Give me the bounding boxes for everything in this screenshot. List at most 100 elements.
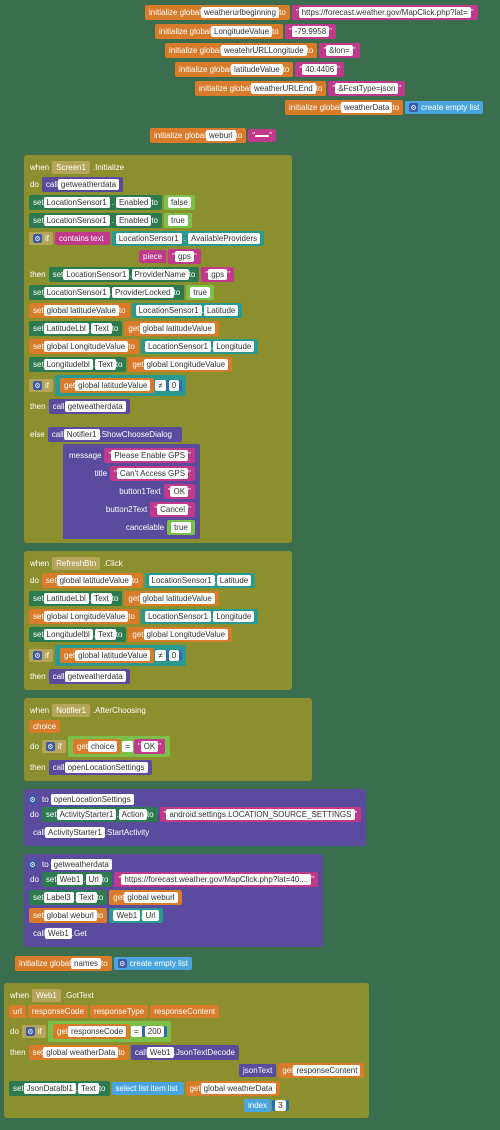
if-block[interactable]: if xyxy=(29,649,53,662)
set-global[interactable]: set global weatherData to xyxy=(29,1045,129,1060)
event-param[interactable]: responseContent xyxy=(150,1005,219,1018)
set-prop[interactable]: set Web1 . Url to xyxy=(42,872,113,887)
call-proc[interactable]: call openLocationSettings xyxy=(49,760,152,775)
call-proc[interactable]: call getweatherdata xyxy=(49,669,130,684)
set-prop[interactable]: set Longitudelbl . Text to xyxy=(29,627,126,642)
get-prop[interactable]: LocationSensor1 . Longitude xyxy=(141,609,258,624)
get-global[interactable]: get global LongitudeValue xyxy=(128,627,232,642)
call-method[interactable]: call Notifier1 .ShowChooseDialog xyxy=(48,427,182,442)
component-ref[interactable]: Web1 xyxy=(32,989,61,1002)
string-value[interactable]: " Cancel " xyxy=(150,502,195,517)
when-web1-gottext[interactable]: whenWeb1.GotText url responseCode respon… xyxy=(4,983,369,1118)
string-value[interactable]: " Please Enable GPS " xyxy=(104,448,194,463)
compare[interactable]: get global latitudeValue ≠ 0 xyxy=(55,645,186,666)
init-block[interactable]: initialize global weatherURLEnd to xyxy=(195,81,326,96)
get-prop[interactable]: LocationSensor1 . Longitude xyxy=(141,339,258,354)
bool-true[interactable]: true xyxy=(164,213,192,228)
component-ref[interactable]: Screen1 xyxy=(52,161,90,174)
bool-false[interactable]: false xyxy=(164,195,195,210)
num-zero[interactable]: 0 xyxy=(166,650,182,661)
contains-block[interactable]: contains text xyxy=(55,232,110,245)
if-block[interactable]: if xyxy=(29,379,53,392)
if-block[interactable]: if xyxy=(22,1025,46,1038)
get-global[interactable]: get global LongitudeValue xyxy=(128,357,232,372)
call-method[interactable]: call ActivityStarter1 .StartActivity xyxy=(29,825,153,840)
set-prop[interactable]: set LocationSensor1 . Enabled to xyxy=(29,195,162,210)
set-prop[interactable]: set Label3 . Text to xyxy=(29,890,107,905)
get-var[interactable]: get responseContent xyxy=(278,1063,364,1078)
init-block[interactable]: initialize global LongitudeValue to xyxy=(155,24,283,39)
call-proc[interactable]: call getweatherdata xyxy=(49,399,130,414)
if-block[interactable]: if xyxy=(29,232,53,245)
set-prop[interactable]: set LocationSensor1 . Enabled to xyxy=(29,213,162,228)
init-block[interactable]: initialize global weatherurlbeginning to xyxy=(145,5,290,20)
string-value[interactable]: " &lon= " xyxy=(319,43,359,58)
bool-true[interactable]: true xyxy=(167,520,195,535)
init-block[interactable]: initialize global weatherData to xyxy=(285,100,403,115)
get-prop[interactable]: LocationSensor1 . Latitude xyxy=(145,573,256,588)
string-value[interactable]: " 40.4406 " xyxy=(295,62,344,77)
set-prop[interactable]: set ActivityStarter1 . Action to xyxy=(42,807,158,822)
string-value[interactable]: " " xyxy=(248,129,276,142)
proc-openlocationsettings[interactable]: to openLocationSettings do set ActivityS… xyxy=(24,789,366,846)
compare[interactable]: get choice = " OK " xyxy=(68,736,170,757)
set-global[interactable]: set global weburl to xyxy=(29,908,107,923)
get-prop[interactable]: LocationSensor1 . Latitude xyxy=(132,303,243,318)
string-value[interactable]: " OK " xyxy=(164,484,195,499)
call-proc[interactable]: call getweatherdata xyxy=(42,177,123,192)
get-global[interactable]: get global weburl xyxy=(109,890,181,905)
set-global[interactable]: set global latitudeValue to xyxy=(29,303,130,318)
set-global[interactable]: set global LongitudeValue to xyxy=(29,609,139,624)
set-prop[interactable]: set LocationSensor1 . ProviderName to xyxy=(49,267,200,282)
event-param[interactable]: responseCode xyxy=(28,1005,88,1018)
string-value[interactable]: " gps " xyxy=(168,249,201,264)
init-block[interactable]: initialize global names to xyxy=(15,956,112,971)
call-method[interactable]: call Web1 .Get xyxy=(29,926,91,941)
event-param[interactable]: choice xyxy=(29,720,60,733)
num-200[interactable]: 200 xyxy=(142,1026,167,1037)
get-var[interactable]: get responseCode xyxy=(53,1024,130,1039)
get-var[interactable]: get choice xyxy=(73,739,121,754)
get-global[interactable]: get global latitudeValue xyxy=(124,321,218,336)
get-global[interactable]: get global latitudeValue xyxy=(60,648,154,663)
when-screen1-initialize[interactable]: whenScreen1.Initialize do call getweathe… xyxy=(24,155,292,543)
string-value[interactable]: " OK " xyxy=(134,739,165,754)
set-prop[interactable]: set LatitudeLbl . Text to xyxy=(29,591,122,606)
select-list-item[interactable]: select list item list xyxy=(112,1082,184,1095)
component-ref[interactable]: RefreshBtn xyxy=(52,557,100,570)
init-block[interactable]: initialize global latitudeValue to xyxy=(175,62,293,77)
set-global[interactable]: set global latitudeValue to xyxy=(42,573,143,588)
bool-true[interactable]: true xyxy=(186,285,214,300)
init-block[interactable]: initialize global weburl to xyxy=(150,128,246,143)
set-prop[interactable]: set LatitudeLbl . Text to xyxy=(29,321,122,336)
if-block[interactable]: if xyxy=(42,740,66,753)
string-value[interactable]: " https://forecast.weather.gov/MapClick.… xyxy=(292,5,478,20)
event-param[interactable]: responseType xyxy=(90,1005,148,1018)
proc-getweatherdata[interactable]: to getweatherdata do set Web1 . Url to "… xyxy=(24,854,323,947)
when-refreshbtn-click[interactable]: whenRefreshBtn.Click do set global latit… xyxy=(24,551,292,690)
get-global[interactable]: get global weatherData xyxy=(186,1081,280,1096)
when-notifier-afterchoosing[interactable]: whenNotifier1.AfterChoosing choice do if… xyxy=(24,698,312,781)
empty-list[interactable]: create empty list xyxy=(114,957,192,970)
string-value[interactable]: " &FcstType=json " xyxy=(328,81,405,96)
compare[interactable]: get responseCode = 200 xyxy=(48,1021,171,1042)
init-block[interactable]: initialize global weatehrURLLongitude to xyxy=(165,43,317,58)
string-value[interactable]: " https://forecast.weather.gov/MapClick.… xyxy=(114,872,318,887)
component-ref[interactable]: Notifier1 xyxy=(52,704,90,717)
set-prop[interactable]: set LocationSensor1 . ProviderLocked to xyxy=(29,285,184,300)
get-global[interactable]: get global latitudeValue xyxy=(124,591,218,606)
num-3[interactable]: 3 xyxy=(272,1100,288,1111)
empty-list[interactable]: create empty list xyxy=(405,101,483,114)
compare[interactable]: get global latitudeValue ≠ 0 xyxy=(55,375,186,396)
string-value[interactable]: " Can't Access GPS " xyxy=(110,466,195,481)
set-prop[interactable]: set JsonDatalbl1 . Text to xyxy=(9,1081,110,1096)
get-prop[interactable]: Web1 . Url xyxy=(109,908,162,923)
num-zero[interactable]: 0 xyxy=(166,380,182,391)
get-prop[interactable]: LocationSensor1 . AvailableProviders xyxy=(112,231,264,246)
string-value[interactable]: " gps " xyxy=(201,267,234,282)
string-value[interactable]: " android.settings.LOCATION_SOURCE_SETTI… xyxy=(160,807,362,822)
set-global[interactable]: set global LongitudeValue to xyxy=(29,339,139,354)
get-global[interactable]: get global latitudeValue xyxy=(60,378,154,393)
set-prop[interactable]: set Longitudelbl . Text to xyxy=(29,357,126,372)
event-param[interactable]: url xyxy=(9,1005,26,1018)
